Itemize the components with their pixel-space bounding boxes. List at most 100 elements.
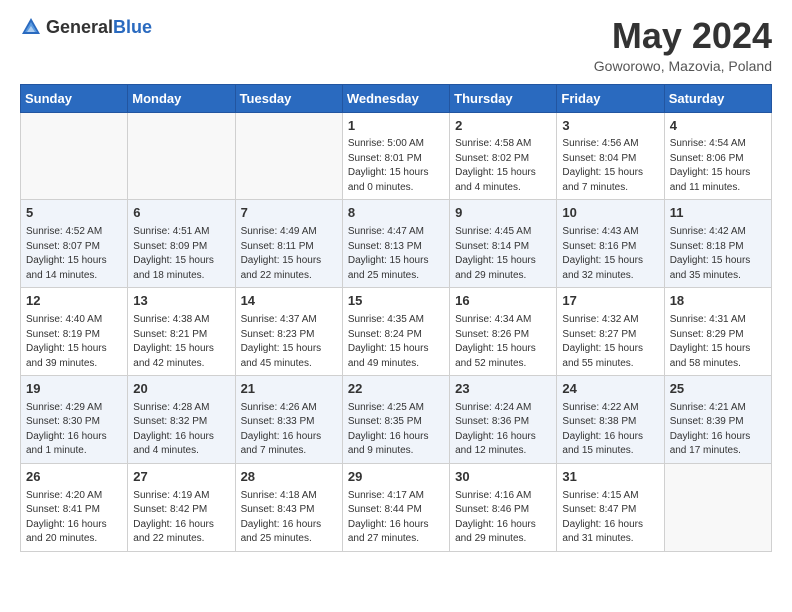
calendar-cell: 30Sunrise: 4:16 AM Sunset: 8:46 PM Dayli…	[450, 463, 557, 551]
day-number: 29	[348, 468, 444, 487]
calendar-cell	[21, 112, 128, 200]
day-info: Sunrise: 4:49 AM Sunset: 8:11 PM Dayligh…	[241, 225, 337, 283]
day-info: Sunrise: 4:26 AM Sunset: 8:33 PM Dayligh…	[241, 401, 337, 459]
day-info: Sunrise: 4:19 AM Sunset: 8:42 PM Dayligh…	[133, 489, 229, 547]
col-header-sunday: Sunday	[21, 84, 128, 112]
col-header-saturday: Saturday	[664, 84, 771, 112]
day-info: Sunrise: 4:45 AM Sunset: 8:14 PM Dayligh…	[455, 225, 551, 283]
day-info: Sunrise: 4:20 AM Sunset: 8:41 PM Dayligh…	[26, 489, 122, 547]
col-header-wednesday: Wednesday	[342, 84, 449, 112]
day-info: Sunrise: 5:00 AM Sunset: 8:01 PM Dayligh…	[348, 137, 444, 195]
day-number: 9	[455, 204, 551, 223]
day-info: Sunrise: 4:22 AM Sunset: 8:38 PM Dayligh…	[562, 401, 658, 459]
calendar-cell: 18Sunrise: 4:31 AM Sunset: 8:29 PM Dayli…	[664, 288, 771, 376]
day-info: Sunrise: 4:42 AM Sunset: 8:18 PM Dayligh…	[670, 225, 766, 283]
calendar-cell	[664, 463, 771, 551]
day-number: 19	[26, 380, 122, 399]
calendar-week-row: 19 Sunrise: 4:29 AM Sunset: 8:30 PM Dayli…	[21, 376, 772, 464]
calendar-cell: 19 Sunrise: 4:29 AM Sunset: 8:30 PM Dayli…	[21, 376, 128, 464]
day-number: 14	[241, 292, 337, 311]
calendar-cell	[128, 112, 235, 200]
day-number: 28	[241, 468, 337, 487]
logo-icon	[20, 16, 42, 38]
calendar-cell: 7 Sunrise: 4:49 AM Sunset: 8:11 PM Daylig…	[235, 200, 342, 288]
calendar-cell: 2Sunrise: 4:58 AM Sunset: 8:02 PM Daylig…	[450, 112, 557, 200]
day-info: Sunrise: 4:18 AM Sunset: 8:43 PM Dayligh…	[241, 489, 337, 547]
day-info: Sunrise: 4:21 AM Sunset: 8:39 PM Dayligh…	[670, 401, 766, 459]
calendar-header-row: SundayMondayTuesdayWednesdayThursdayFrid…	[21, 84, 772, 112]
day-info: Sunrise: 4:37 AM Sunset: 8:23 PM Dayligh…	[241, 313, 337, 371]
day-number: 22	[348, 380, 444, 399]
title-block: May 2024 Goworowo, Mazovia, Poland	[594, 16, 772, 74]
col-header-friday: Friday	[557, 84, 664, 112]
day-number: 5	[26, 204, 122, 223]
calendar-cell: 8 Sunrise: 4:47 AM Sunset: 8:13 PM Daylig…	[342, 200, 449, 288]
day-number: 23	[455, 380, 551, 399]
day-info: Sunrise: 4:35 AM Sunset: 8:24 PM Dayligh…	[348, 313, 444, 371]
day-info: Sunrise: 4:52 AM Sunset: 8:07 PM Dayligh…	[26, 225, 122, 283]
calendar-cell: 10Sunrise: 4:43 AM Sunset: 8:16 PM Dayli…	[557, 200, 664, 288]
calendar-cell: 29 Sunrise: 4:17 AM Sunset: 8:44 PM Dayli…	[342, 463, 449, 551]
day-number: 11	[670, 204, 766, 223]
calendar-cell: 26Sunrise: 4:20 AM Sunset: 8:41 PM Dayli…	[21, 463, 128, 551]
calendar-cell: 5 Sunrise: 4:52 AM Sunset: 8:07 PM Daylig…	[21, 200, 128, 288]
calendar-cell: 3Sunrise: 4:56 AM Sunset: 8:04 PM Daylig…	[557, 112, 664, 200]
day-info: Sunrise: 4:38 AM Sunset: 8:21 PM Dayligh…	[133, 313, 229, 371]
day-info: Sunrise: 4:28 AM Sunset: 8:32 PM Dayligh…	[133, 401, 229, 459]
day-info: Sunrise: 4:24 AM Sunset: 8:36 PM Dayligh…	[455, 401, 551, 459]
day-number: 3	[562, 117, 658, 136]
calendar: SundayMondayTuesdayWednesdayThursdayFrid…	[20, 84, 772, 552]
day-info: Sunrise: 4:29 AM Sunset: 8:30 PM Dayligh…	[26, 401, 122, 459]
calendar-cell: 15 Sunrise: 4:35 AM Sunset: 8:24 PM Dayli…	[342, 288, 449, 376]
calendar-cell: 31Sunrise: 4:15 AM Sunset: 8:47 PM Dayli…	[557, 463, 664, 551]
day-number: 27	[133, 468, 229, 487]
day-info: Sunrise: 4:32 AM Sunset: 8:27 PM Dayligh…	[562, 313, 658, 371]
col-header-tuesday: Tuesday	[235, 84, 342, 112]
calendar-cell: 27 Sunrise: 4:19 AM Sunset: 8:42 PM Dayli…	[128, 463, 235, 551]
day-info: Sunrise: 4:51 AM Sunset: 8:09 PM Dayligh…	[133, 225, 229, 283]
col-header-monday: Monday	[128, 84, 235, 112]
day-number: 7	[241, 204, 337, 223]
calendar-cell: 23 Sunrise: 4:24 AM Sunset: 8:36 PM Dayli…	[450, 376, 557, 464]
day-info: Sunrise: 4:47 AM Sunset: 8:13 PM Dayligh…	[348, 225, 444, 283]
logo-general-text: General	[46, 17, 113, 37]
day-number: 6	[133, 204, 229, 223]
calendar-week-row: 1Sunrise: 5:00 AM Sunset: 8:01 PM Daylig…	[21, 112, 772, 200]
calendar-cell: 9 Sunrise: 4:45 AM Sunset: 8:14 PM Daylig…	[450, 200, 557, 288]
header: GeneralBlue May 2024 Goworowo, Mazovia, …	[20, 16, 772, 74]
calendar-cell	[235, 112, 342, 200]
calendar-cell: 25 Sunrise: 4:21 AM Sunset: 8:39 PM Dayli…	[664, 376, 771, 464]
day-info: Sunrise: 4:43 AM Sunset: 8:16 PM Dayligh…	[562, 225, 658, 283]
day-number: 17	[562, 292, 658, 311]
calendar-cell: 6 Sunrise: 4:51 AM Sunset: 8:09 PM Daylig…	[128, 200, 235, 288]
day-number: 4	[670, 117, 766, 136]
logo-blue-text: Blue	[113, 17, 152, 37]
calendar-cell: 22 Sunrise: 4:25 AM Sunset: 8:35 PM Dayli…	[342, 376, 449, 464]
day-info: Sunrise: 4:40 AM Sunset: 8:19 PM Dayligh…	[26, 313, 122, 371]
calendar-cell: 17 Sunrise: 4:32 AM Sunset: 8:27 PM Dayli…	[557, 288, 664, 376]
calendar-cell: 12 Sunrise: 4:40 AM Sunset: 8:19 PM Dayli…	[21, 288, 128, 376]
day-info: Sunrise: 4:25 AM Sunset: 8:35 PM Dayligh…	[348, 401, 444, 459]
calendar-cell: 20 Sunrise: 4:28 AM Sunset: 8:32 PM Dayli…	[128, 376, 235, 464]
day-number: 24	[562, 380, 658, 399]
day-number: 15	[348, 292, 444, 311]
day-number: 30	[455, 468, 551, 487]
day-number: 8	[348, 204, 444, 223]
day-number: 13	[133, 292, 229, 311]
day-info: Sunrise: 4:15 AM Sunset: 8:47 PM Dayligh…	[562, 489, 658, 547]
calendar-cell: 16 Sunrise: 4:34 AM Sunset: 8:26 PM Dayli…	[450, 288, 557, 376]
month-title: May 2024	[594, 16, 772, 56]
day-number: 20	[133, 380, 229, 399]
calendar-week-row: 12 Sunrise: 4:40 AM Sunset: 8:19 PM Dayli…	[21, 288, 772, 376]
calendar-cell: 1Sunrise: 5:00 AM Sunset: 8:01 PM Daylig…	[342, 112, 449, 200]
calendar-cell: 24 Sunrise: 4:22 AM Sunset: 8:38 PM Dayli…	[557, 376, 664, 464]
calendar-week-row: 5 Sunrise: 4:52 AM Sunset: 8:07 PM Daylig…	[21, 200, 772, 288]
day-number: 12	[26, 292, 122, 311]
day-number: 25	[670, 380, 766, 399]
day-info: Sunrise: 4:58 AM Sunset: 8:02 PM Dayligh…	[455, 137, 551, 195]
day-info: Sunrise: 4:17 AM Sunset: 8:44 PM Dayligh…	[348, 489, 444, 547]
day-info: Sunrise: 4:56 AM Sunset: 8:04 PM Dayligh…	[562, 137, 658, 195]
calendar-cell: 21Sunrise: 4:26 AM Sunset: 8:33 PM Dayli…	[235, 376, 342, 464]
day-info: Sunrise: 4:34 AM Sunset: 8:26 PM Dayligh…	[455, 313, 551, 371]
day-number: 16	[455, 292, 551, 311]
